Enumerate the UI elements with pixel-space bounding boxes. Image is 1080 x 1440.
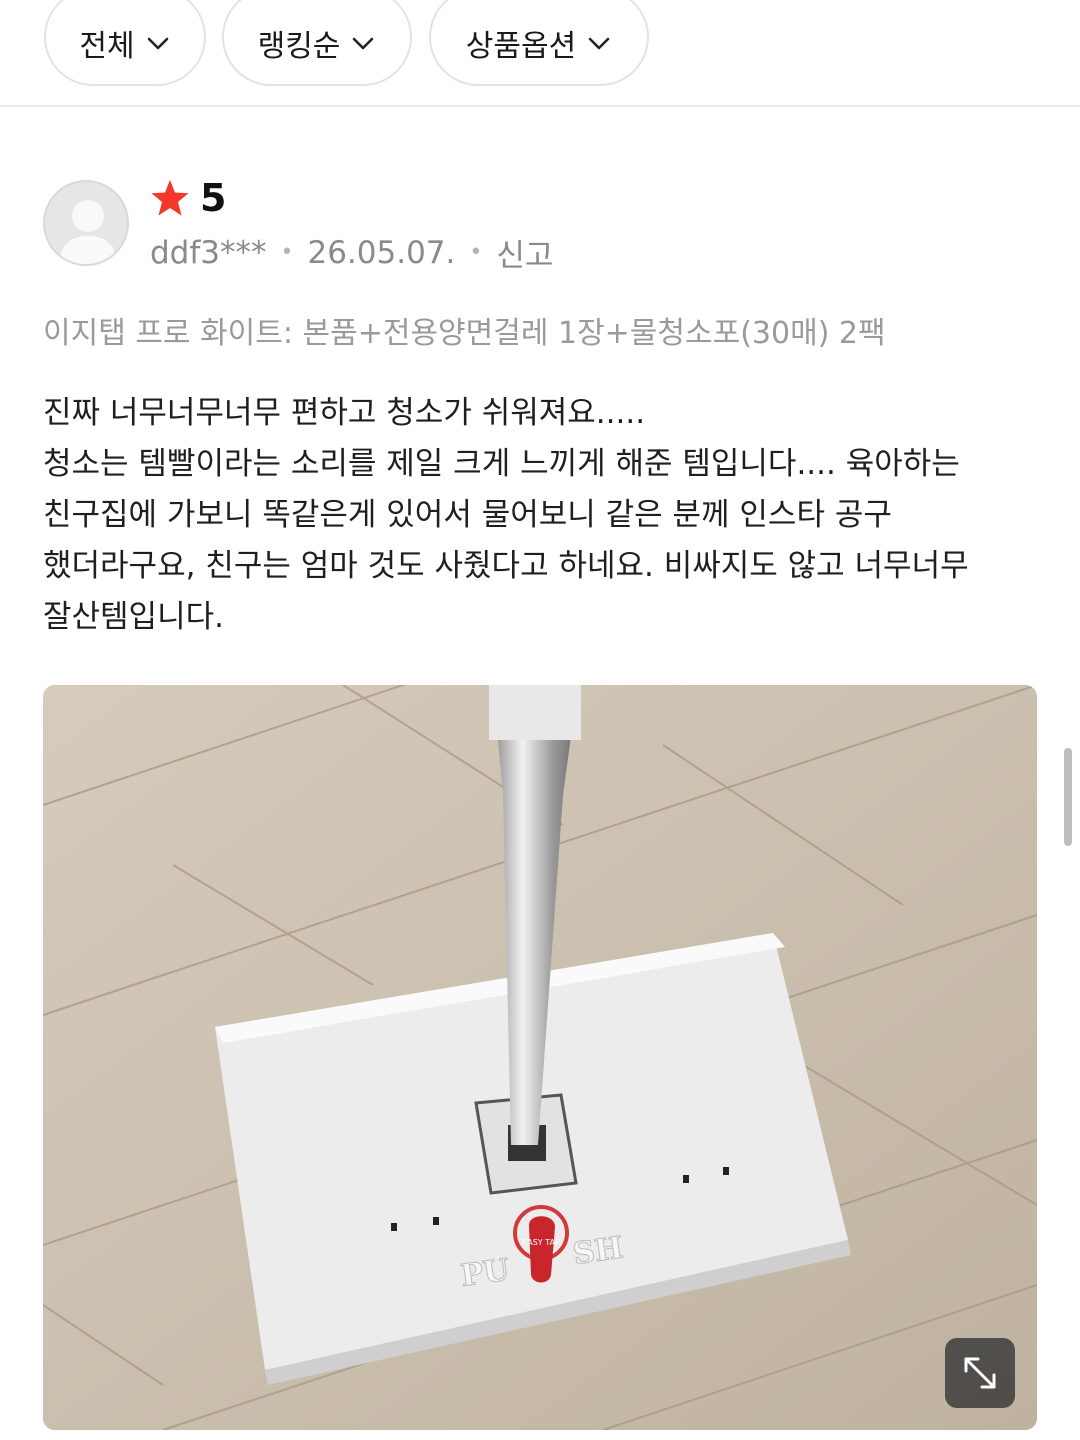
filter-bar: 전체 랭킹순 상품옵션 (0, 0, 1080, 107)
review-meta: ddf3*** • 26.05.07. • 신고 (150, 230, 553, 275)
review-date: 26.05.07. (307, 234, 456, 271)
reviewer-name: ddf3*** (150, 234, 267, 271)
chevron-down-icon (353, 37, 374, 50)
review-rating: 5 (150, 176, 226, 220)
scrollbar[interactable] (1064, 748, 1072, 846)
filter-all-button[interactable]: 전체 (44, 0, 206, 86)
user-avatar-icon (43, 180, 129, 266)
separator-dot: • (469, 240, 483, 265)
separator-dot: • (280, 240, 294, 265)
review-body: 진짜 너무너무너무 편하고 청소가 쉬워져요..... 청소는 템빨이라는 소리… (43, 388, 1043, 643)
expand-button[interactable] (945, 1338, 1015, 1408)
filter-ranking-button[interactable]: 랭킹순 (222, 0, 412, 86)
rating-value: 5 (200, 176, 227, 220)
product-option-text: 이지탭 프로 화이트: 본품+전용양면걸레 1장+물청소포(30매) 2팩 (43, 316, 886, 351)
mop-photo-illustration: EASY TAP PU SH (43, 685, 1037, 1430)
push-text-left: PU (459, 1252, 512, 1293)
filter-all-label: 전체 (79, 29, 135, 64)
star-icon (151, 180, 189, 216)
review-line: 잘산템입니다. (43, 599, 224, 635)
review-line: 진짜 너무너무너무 편하고 청소가 쉬워져요..... (43, 395, 646, 431)
filter-product-option-button[interactable]: 상품옵션 (429, 0, 649, 86)
expand-icon (964, 1357, 996, 1389)
report-link[interactable]: 신고 (496, 230, 553, 275)
review-line: 했더라구요, 친구는 엄마 것도 사줬다고 하네요. 비싸지도 않고 너무너무 (43, 548, 969, 584)
chevron-down-icon (147, 37, 168, 50)
push-badge-text: EASY TAP (522, 1238, 560, 1247)
review-photo[interactable]: EASY TAP PU SH (43, 685, 1037, 1430)
push-text-right: SH (571, 1230, 625, 1272)
review-line: 청소는 템빨이라는 소리를 제일 크게 느끼게 해준 템입니다.... 육아하는 (43, 446, 960, 482)
filter-ranking-label: 랭킹순 (257, 29, 341, 64)
filter-product-option-label: 상품옵션 (465, 29, 577, 64)
review-line: 친구집에 가보니 똑같은게 있어서 물어보니 같은 분께 인스타 공구 (43, 497, 892, 533)
chevron-down-icon (588, 37, 610, 50)
